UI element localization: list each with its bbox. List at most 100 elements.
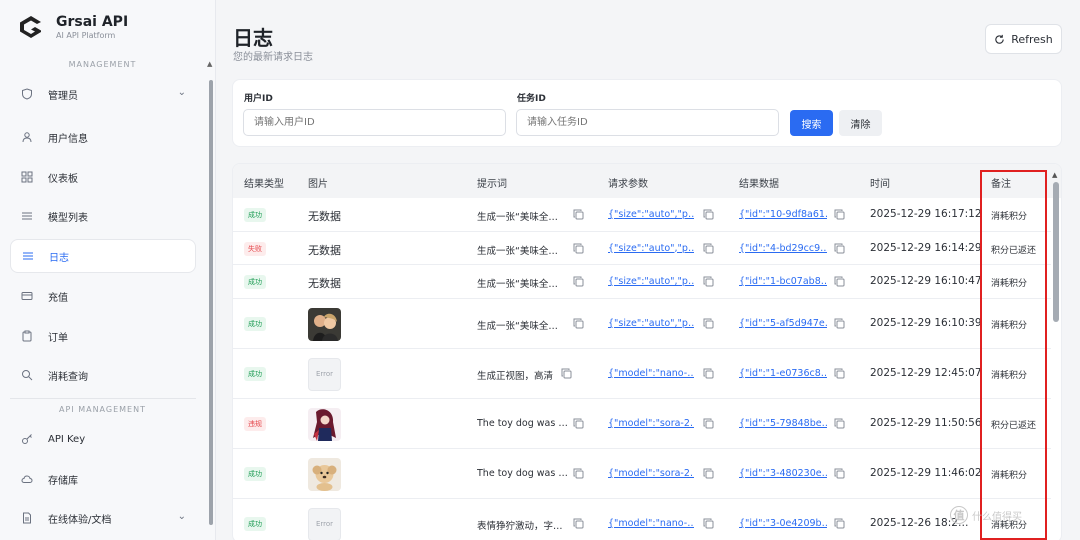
request-params-link[interactable]: {"model":"nano-… xyxy=(608,518,694,529)
status-badge: 成功 xyxy=(244,208,266,222)
sidebar-item-user-info[interactable]: 用户信息 xyxy=(10,120,196,154)
sidebar-item-admin[interactable]: 管理员 ⌄ xyxy=(10,77,196,111)
dashboard-icon xyxy=(20,170,34,184)
copy-icon[interactable] xyxy=(834,276,845,287)
copy-icon[interactable] xyxy=(703,243,714,254)
note-text: 消耗积分 xyxy=(991,371,1028,381)
copy-icon[interactable] xyxy=(573,468,584,479)
sidebar-item-orders[interactable]: 订单 xyxy=(10,319,196,353)
section-management: MANAGEMENT xyxy=(68,60,137,69)
prompt-text: 生成正视图，高清 xyxy=(477,371,554,382)
copy-icon[interactable] xyxy=(834,418,845,429)
sidebar-item-usage[interactable]: 消耗查询 xyxy=(10,358,196,392)
copy-icon[interactable] xyxy=(834,318,845,329)
result-data-link[interactable]: {"id":"1-bc07ab8… xyxy=(739,276,827,287)
result-image-thumbnail[interactable] xyxy=(308,307,341,341)
sidebar-item-label: 管理员 xyxy=(48,90,78,102)
prompt-text: The toy dog was … xyxy=(477,418,568,429)
copy-icon[interactable] xyxy=(561,368,572,379)
sidebar-item-docs[interactable]: 在线体验/文档 ⌄ xyxy=(10,501,196,535)
result-data-link[interactable]: {"id":"1-e0736c8… xyxy=(739,368,827,379)
scrollbar-thumb[interactable] xyxy=(209,80,213,525)
request-params-link[interactable]: {"model":"nano-… xyxy=(608,368,694,379)
request-params-link[interactable]: {"model":"sora-2… xyxy=(608,468,694,479)
note-text: 消耗积分 xyxy=(991,471,1028,481)
table-scrollbar[interactable]: ▲ xyxy=(1051,171,1059,540)
task-id-input[interactable] xyxy=(516,109,779,136)
sidebar-item-label: 仪表板 xyxy=(48,173,78,185)
brand-name: Grsai API xyxy=(56,14,129,30)
refresh-button[interactable]: Refresh xyxy=(985,24,1062,54)
sidebar-item-recharge[interactable]: 充值 xyxy=(10,279,196,313)
copy-icon[interactable] xyxy=(834,209,845,220)
brand[interactable]: Grsai API AI API Platform xyxy=(18,14,128,40)
request-params-link[interactable]: {"size":"auto","p… xyxy=(608,243,694,254)
prompt-text: 生成一张“美味全… xyxy=(477,321,558,332)
sidebar-item-models[interactable]: 模型列表 xyxy=(10,199,196,233)
user-id-input[interactable] xyxy=(243,109,506,136)
result-image-thumbnail[interactable] xyxy=(308,457,341,491)
result-data-link[interactable]: {"id":"5-79848be… xyxy=(739,418,827,429)
copy-icon[interactable] xyxy=(834,243,845,254)
clear-button[interactable]: 清除 xyxy=(839,110,882,136)
column-header-result-data: 结果数据 xyxy=(739,179,779,190)
copy-icon[interactable] xyxy=(573,418,584,429)
copy-icon[interactable] xyxy=(703,368,714,379)
note-text: 消耗积分 xyxy=(991,212,1028,222)
scroll-up-icon[interactable]: ▲ xyxy=(1052,171,1057,179)
sidebar-item-logs[interactable]: 日志 xyxy=(10,239,196,273)
result-data-link[interactable]: {"id":"3-480230e… xyxy=(739,468,827,479)
request-params-link[interactable]: {"size":"auto","p… xyxy=(608,209,694,220)
request-params-link[interactable]: {"size":"auto","p… xyxy=(608,318,694,329)
copy-icon[interactable] xyxy=(703,418,714,429)
copy-icon[interactable] xyxy=(703,468,714,479)
timestamp: 2025-12-29 16:10:39 xyxy=(870,317,982,329)
column-header-image: 图片 xyxy=(308,179,328,190)
search-button[interactable]: 搜索 xyxy=(790,110,833,136)
copy-icon[interactable] xyxy=(703,209,714,220)
sidebar-item-label: 订单 xyxy=(48,332,68,344)
sidebar-item-api-key[interactable]: API Key xyxy=(10,422,196,456)
result-data-link[interactable]: {"id":"10-9df8a61… xyxy=(739,209,827,220)
scroll-up-icon[interactable]: ▲ xyxy=(207,60,212,68)
sidebar-item-label: 在线体验/文档 xyxy=(48,514,112,526)
copy-icon[interactable] xyxy=(703,276,714,287)
status-badge: 成功 xyxy=(244,317,266,331)
result-image-thumbnail[interactable] xyxy=(308,407,341,441)
copy-icon[interactable] xyxy=(703,518,714,529)
chevron-down-icon: ⌄ xyxy=(177,511,186,522)
column-header-time: 时间 xyxy=(870,179,890,190)
column-header-prompt: 提示词 xyxy=(477,179,507,190)
copy-icon[interactable] xyxy=(573,209,584,220)
copy-icon[interactable] xyxy=(573,276,584,287)
sidebar-item-dashboard[interactable]: 仪表板 xyxy=(10,160,196,194)
status-badge: 成功 xyxy=(244,275,266,289)
copy-icon[interactable] xyxy=(834,368,845,379)
log-table: 结果类型 图片 提示词 请求参数 结果数据 时间 备注 成功 无数据 生成一张“美味… xyxy=(232,163,1062,540)
prompt-text: 生成一张“美味全… xyxy=(477,279,558,290)
copy-icon[interactable] xyxy=(573,243,584,254)
request-params-link[interactable]: {"size":"auto","p… xyxy=(608,276,694,287)
key-icon xyxy=(20,432,34,446)
sidebar-scrollbar[interactable]: ▲ xyxy=(207,60,215,535)
result-data-link[interactable]: {"id":"4-bd29cc9… xyxy=(739,243,827,254)
log-icon xyxy=(21,249,35,263)
timestamp: 2025-12-29 16:10:47 xyxy=(870,275,982,287)
note-text: 积分已返还 xyxy=(991,245,1037,256)
page-title: 日志 xyxy=(233,26,273,50)
copy-icon[interactable] xyxy=(834,518,845,529)
result-data-link[interactable]: {"id":"5-af5d947e… xyxy=(739,318,827,329)
status-badge: 成功 xyxy=(244,517,266,531)
request-params-link[interactable]: {"model":"sora-2… xyxy=(608,418,694,429)
sidebar-item-storage[interactable]: 存储库 xyxy=(10,462,196,496)
scrollbar-thumb[interactable] xyxy=(1053,182,1059,322)
timestamp: 2025-12-29 12:45:07 xyxy=(870,367,982,379)
timestamp: 2025-12-29 11:46:02 xyxy=(870,467,982,479)
copy-icon[interactable] xyxy=(834,468,845,479)
copy-icon[interactable] xyxy=(573,518,584,529)
result-data-link[interactable]: {"id":"3-0e4209b… xyxy=(739,518,827,529)
column-header-note: 备注 xyxy=(991,179,1011,190)
copy-icon[interactable] xyxy=(573,318,584,329)
watermark: 值 什么值得买 xyxy=(950,506,1022,524)
copy-icon[interactable] xyxy=(703,318,714,329)
